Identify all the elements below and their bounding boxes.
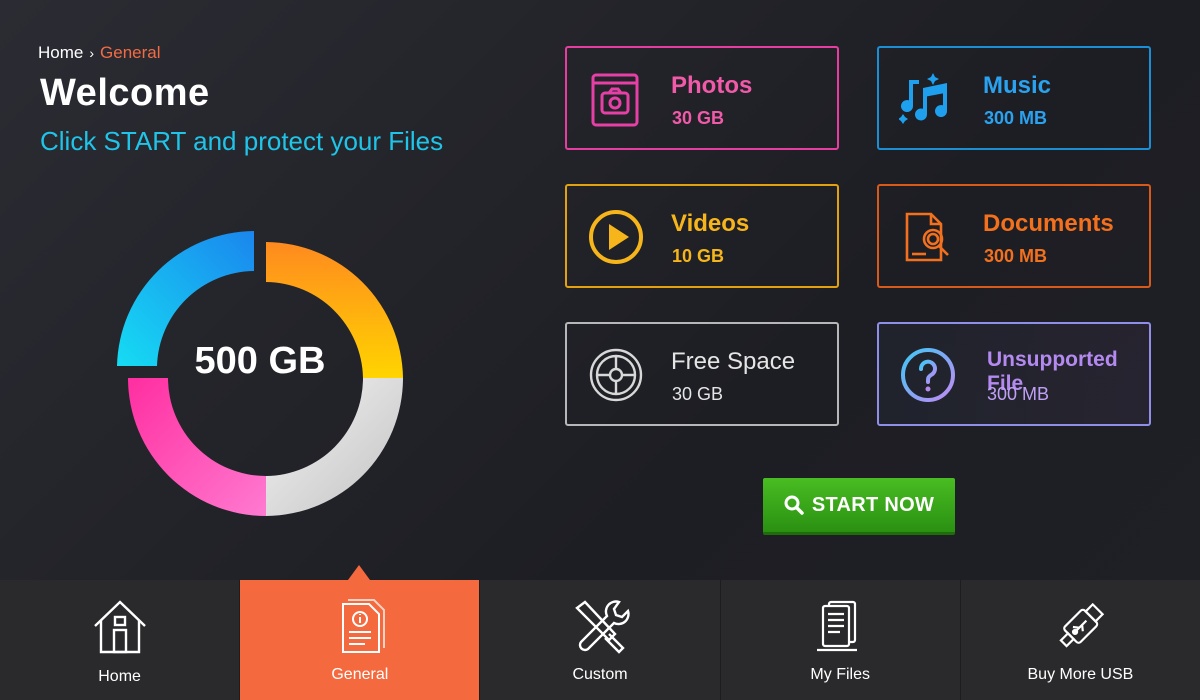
nav-label: My Files xyxy=(810,666,870,683)
page-title: Welcome xyxy=(40,72,210,114)
category-name: Videos xyxy=(671,210,750,237)
usb-icon xyxy=(1059,602,1105,648)
category-card-photos[interactable]: Photos 30 GB xyxy=(565,46,839,150)
house-icon xyxy=(93,600,146,654)
breadcrumb-current: General xyxy=(100,43,161,62)
question-icon xyxy=(901,348,955,402)
play-icon xyxy=(589,210,643,264)
category-name: Photos xyxy=(671,72,753,99)
bottom-nav: Home General Custom My Files Buy More US… xyxy=(0,580,1200,700)
nav-label: Custom xyxy=(572,666,628,683)
storage-total: 500 GB xyxy=(194,340,326,382)
disk-icon xyxy=(589,348,643,402)
nav-label: Buy More USB xyxy=(1027,666,1134,683)
nav-item-my-files[interactable]: My Files xyxy=(720,580,961,700)
category-card-music[interactable]: Music 300 MB xyxy=(877,46,1151,150)
search-icon xyxy=(784,495,804,515)
category-size: 300 MB xyxy=(984,246,1048,266)
nav-label: General xyxy=(331,666,389,683)
category-size: 10 GB xyxy=(672,246,725,266)
category-card-free-space[interactable]: Free Space 30 GB xyxy=(565,322,839,426)
breadcrumb-home[interactable]: Home xyxy=(38,43,83,63)
files-icon xyxy=(817,600,858,652)
active-nav-pointer xyxy=(348,565,370,580)
nav-label: Home xyxy=(98,668,141,685)
category-card-videos[interactable]: Videos 10 GB xyxy=(565,184,839,288)
music-notes-icon xyxy=(899,73,948,124)
page-subtitle: Click START and protect your Files xyxy=(40,126,444,156)
category-card-documents[interactable]: Documents 300 MB xyxy=(877,184,1151,288)
photo-album-icon xyxy=(591,73,639,127)
breadcrumb: Home › General xyxy=(38,43,161,63)
nav-item-home[interactable]: Home xyxy=(0,580,241,700)
category-size: 30 GB xyxy=(672,384,724,404)
segment-grey xyxy=(266,378,403,516)
document-info-icon xyxy=(341,599,385,653)
nav-item-custom[interactable]: Custom xyxy=(480,580,721,700)
category-name: Documents xyxy=(983,210,1114,237)
category-size: 30 GB xyxy=(672,108,725,128)
chevron-right-icon: › xyxy=(89,45,95,61)
category-name: Music xyxy=(983,72,1052,99)
category-card-unsupported[interactable]: Unsupported File 300 MB xyxy=(877,322,1151,426)
nav-item-buy-more-usb[interactable]: Buy More USB xyxy=(960,580,1200,700)
segment-pink xyxy=(128,378,266,516)
nav-item-general[interactable]: General xyxy=(240,580,481,700)
tools-icon xyxy=(575,600,630,654)
start-now-label: START NOW xyxy=(811,493,935,516)
category-size: 300 MB xyxy=(984,108,1048,128)
category-size: 300 MB xyxy=(987,384,1050,404)
document-search-icon xyxy=(905,212,949,262)
category-name: Free Space xyxy=(671,348,796,375)
start-now-button[interactable]: START NOW xyxy=(763,478,955,535)
